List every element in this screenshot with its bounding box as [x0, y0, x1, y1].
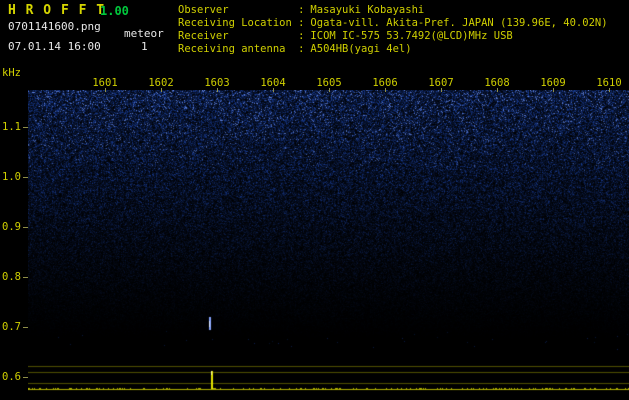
hrofft-output: H R O F F T 1.00 0701141600.png meteor 0… [0, 0, 629, 400]
y-axis-unit: kHz [2, 67, 21, 79]
x-axis-tick-mark [609, 88, 610, 92]
x-axis-tick-mark [329, 88, 330, 92]
x-axis-tick-mark [273, 88, 274, 92]
y-axis-tick-label: 0.9 [0, 221, 21, 233]
y-axis-tick-label: 1.0 [0, 171, 21, 183]
x-axis-tick-mark [441, 88, 442, 92]
y-axis-tick-mark [23, 177, 28, 178]
x-axis-tick-mark [385, 88, 386, 92]
y-axis-tick-mark [23, 327, 28, 328]
x-axis-tick-mark [497, 88, 498, 92]
y-axis-tick-label: 0.8 [0, 271, 21, 283]
y-axis-tick-mark [23, 377, 28, 378]
spectrogram-plot: kHz 1601 1602 1603 1604 1605 1606 1607 1608 1609… [0, 0, 629, 400]
x-axis-tick-mark [553, 88, 554, 92]
y-axis-tick-mark [23, 227, 28, 228]
y-axis-tick-label: 1.1 [0, 121, 21, 133]
x-axis-tick-mark [105, 88, 106, 92]
y-axis-tick-label: 0.7 [0, 321, 21, 333]
spectrogram-canvas [28, 90, 629, 400]
x-axis-tick-mark [161, 88, 162, 92]
y-axis-tick-mark [23, 277, 28, 278]
y-axis-tick-label: 0.6 [0, 371, 21, 383]
x-axis-tick-mark [217, 88, 218, 92]
y-axis-tick-mark [23, 127, 28, 128]
